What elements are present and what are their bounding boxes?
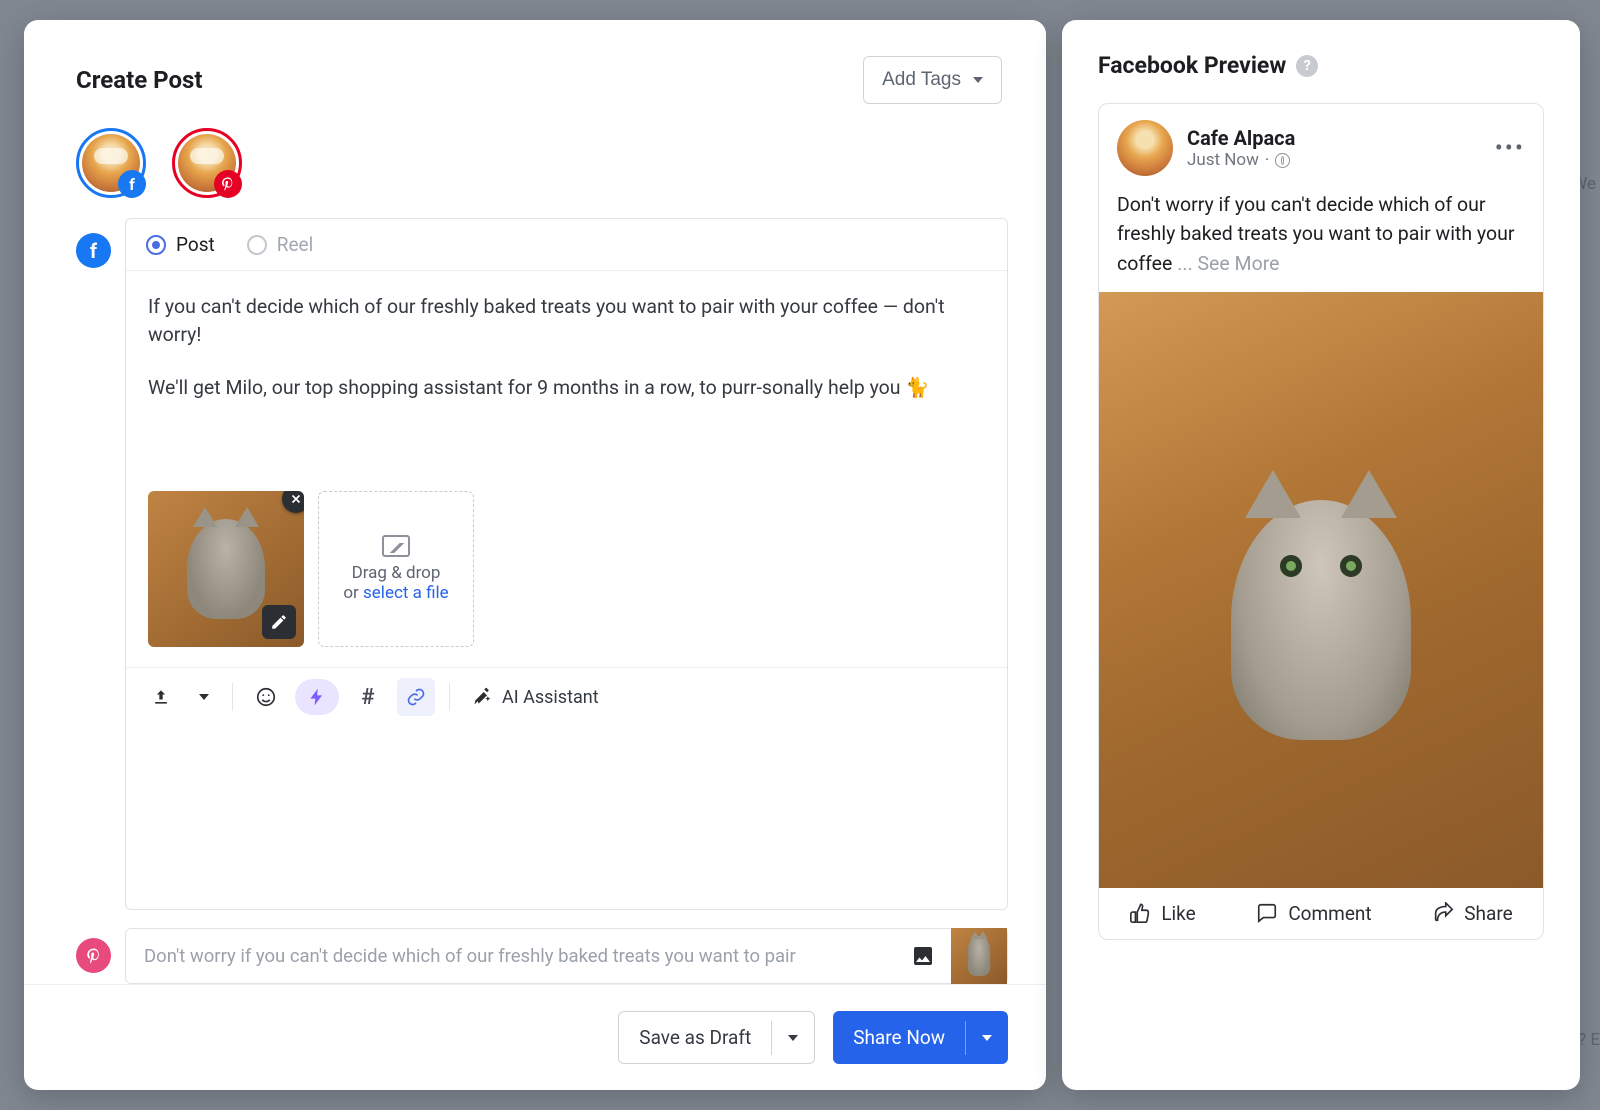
preview-image [1099,292,1543,888]
pinterest-summary-text: Don't worry if you can't decide which of… [144,945,895,967]
share-options-button[interactable] [965,1021,1008,1055]
channel-facebook[interactable]: f [76,128,146,198]
image-icon [382,535,410,557]
comment-button[interactable]: Comment [1256,902,1371,925]
share-label: Share [1464,902,1512,925]
remove-image-button[interactable] [282,491,304,513]
facebook-preview-panel: Facebook Preview ? Cafe Alpaca Just Now … [1062,20,1580,1090]
boost-button[interactable] [295,679,339,715]
pinterest-icon [214,170,242,198]
facebook-composer: Post Reel If you can't decide which of o… [125,218,1008,910]
share-button[interactable]: Share [1432,902,1512,925]
channel-selector: f [24,114,1046,208]
shorten-link-button[interactable] [397,678,435,716]
upload-button[interactable] [142,678,180,716]
create-post-panel: Create Post Add Tags f f [24,20,1046,1090]
globe-icon [1275,153,1290,168]
add-tags-label: Add Tags [882,69,961,91]
radio-unchecked-icon [247,235,267,255]
media-dropzone[interactable]: Drag & drop or select a file [318,491,474,647]
facebook-icon: f [118,170,146,198]
cat-image [1231,500,1411,740]
pinterest-thumbnail [951,928,1007,984]
caption-line: If you can't decide which of our freshly… [148,293,985,350]
save-as-draft-button[interactable]: Save as Draft [618,1011,815,1064]
pinterest-image-icon [895,928,951,984]
page-name: Cafe Alpaca [1187,126,1481,150]
preview-title: Facebook Preview [1098,52,1286,79]
separator [449,683,450,711]
cat-image [187,519,265,619]
comment-label: Comment [1288,902,1371,925]
dot-separator: · [1265,150,1269,170]
save-as-draft-label: Save as Draft [619,1012,771,1063]
like-button[interactable]: Like [1129,902,1195,925]
draft-options-button[interactable] [771,1021,814,1055]
more-options-button[interactable]: ••• [1495,134,1525,162]
post-type-label: Reel [277,233,313,256]
facebook-card: Cafe Alpaca Just Now · ••• Don't worry i… [1098,103,1544,940]
select-file-link[interactable]: select a file [363,583,449,603]
dropzone-text: or [343,583,363,603]
chevron-down-icon [973,77,983,83]
composer-toolbar: # AI Assistant [126,667,1007,726]
facebook-icon: f [76,233,111,268]
share-now-label: Share Now [833,1012,965,1063]
see-more-link[interactable]: ... See More [1177,252,1279,275]
like-label: Like [1161,902,1195,925]
pinterest-icon [76,938,111,973]
emoji-button[interactable] [247,678,285,716]
post-type-label: Post [176,233,215,256]
share-now-button[interactable]: Share Now [833,1011,1008,1064]
upload-options-button[interactable] [190,678,218,716]
ai-assistant-label: AI Assistant [502,687,599,708]
add-tags-button[interactable]: Add Tags [863,56,1002,104]
caption-textarea[interactable]: If you can't decide which of our freshly… [126,271,1007,491]
separator [232,683,233,711]
timestamp: Just Now [1187,150,1259,170]
avatar [1117,120,1173,176]
channel-pinterest[interactable] [172,128,242,198]
post-type-post[interactable]: Post [146,233,215,256]
attached-image-thumbnail[interactable] [148,491,304,647]
create-post-title: Create Post [76,66,202,94]
radio-checked-icon [146,235,166,255]
post-type-reel[interactable]: Reel [247,233,313,256]
dropzone-text: Drag & drop [352,563,441,583]
caption-line: We'll get Milo, our top shopping assista… [148,374,985,402]
ai-assistant-button[interactable]: AI Assistant [464,687,607,708]
edit-image-button[interactable] [262,605,296,639]
pinterest-composer-collapsed[interactable]: Don't worry if you can't decide which of… [125,928,1008,984]
help-icon[interactable]: ? [1296,55,1318,77]
hashtag-button[interactable]: # [349,678,387,716]
